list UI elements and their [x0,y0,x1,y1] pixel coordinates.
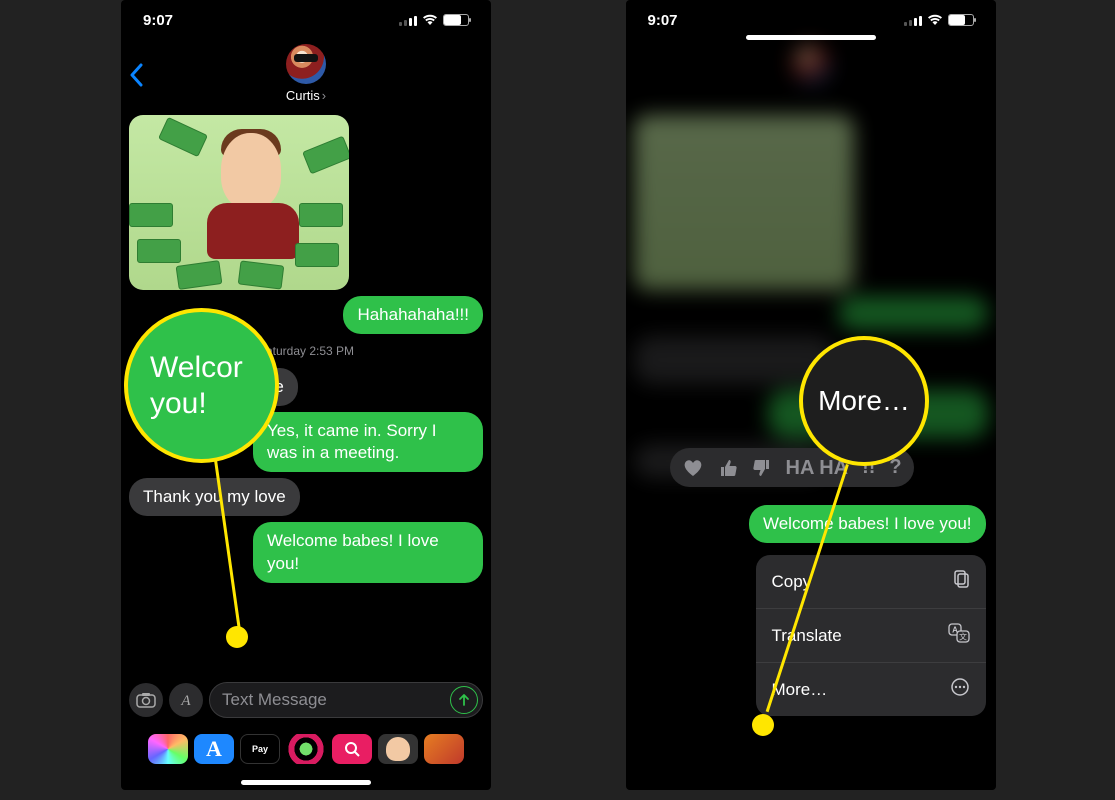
svg-text:A: A [180,693,191,708]
message-input-bar: A Text Message [121,674,491,726]
home-indicator[interactable] [241,780,371,785]
send-button[interactable] [450,686,478,714]
more-icon [950,677,970,702]
annotation-dot [226,626,248,648]
tapback-thumbs-down[interactable] [752,458,772,478]
app-digitaltouch[interactable] [286,734,326,764]
wifi-icon [927,14,943,26]
message-incoming[interactable]: e another package [129,368,298,406]
phone-left: 9:07 Curtis › [121,0,491,790]
annotation-dot [752,714,774,736]
conversation-scroll[interactable]: Hahahahaha!!! Saturday 2:53 PM e another… [121,115,491,670]
home-indicator[interactable] [746,35,876,40]
cellular-icon [399,15,417,26]
status-time: 9:07 [648,12,678,29]
app-photos[interactable] [148,734,188,764]
message-incoming[interactable]: Thank you my love [129,478,300,516]
tapback-exclaim[interactable]: !! [862,456,875,479]
app-stickers[interactable] [424,734,464,764]
cellular-icon [904,15,922,26]
contact-name[interactable]: Curtis › [286,88,326,103]
apps-button[interactable]: A [169,683,203,717]
battery-icon [443,14,469,26]
context-menu-more[interactable]: More… [756,662,986,716]
app-applepay[interactable]: Pay [240,734,280,764]
chevron-right-icon: › [322,88,326,103]
conversation-header[interactable]: Curtis › [121,40,491,115]
app-appstore[interactable]: A [194,734,234,764]
tapback-haha[interactable]: HA HA [786,459,849,477]
svg-text:文: 文 [959,632,967,642]
app-strip: A Pay [121,730,491,768]
app-images-search[interactable] [332,734,372,764]
selected-message[interactable]: Welcome babes! I love you! [749,505,986,543]
wifi-icon [422,14,438,26]
camera-button[interactable] [129,683,163,717]
message-timestamp: Saturday 2:53 PM [129,344,483,358]
message-outgoing[interactable]: Welcome babes! I love you! [253,522,483,582]
contact-avatar[interactable] [286,44,326,84]
message-sticker[interactable] [129,115,349,290]
app-memoji[interactable] [378,734,418,764]
message-outgoing[interactable]: Yes, it came in. Sorry I was in a meetin… [253,412,483,472]
status-bar: 9:07 [626,0,996,40]
tapback-picker: HA HA !! ? [670,448,914,487]
copy-icon [950,569,970,594]
textfield-placeholder: Text Message [222,690,327,710]
tapback-question[interactable]: ? [889,456,901,479]
back-button[interactable] [129,62,145,94]
battery-icon [948,14,974,26]
message-textfield[interactable]: Text Message [209,682,483,718]
tapback-thumbs-up[interactable] [718,458,738,478]
message-outgoing[interactable]: Hahahahaha!!! [343,296,483,334]
status-time: 9:07 [143,12,173,29]
status-bar: 9:07 [121,0,491,40]
tapback-heart[interactable] [682,458,704,478]
phone-right: 9:07 [626,0,996,790]
context-menu-copy[interactable]: Copy [756,555,986,608]
translate-icon: A文 [948,623,970,648]
